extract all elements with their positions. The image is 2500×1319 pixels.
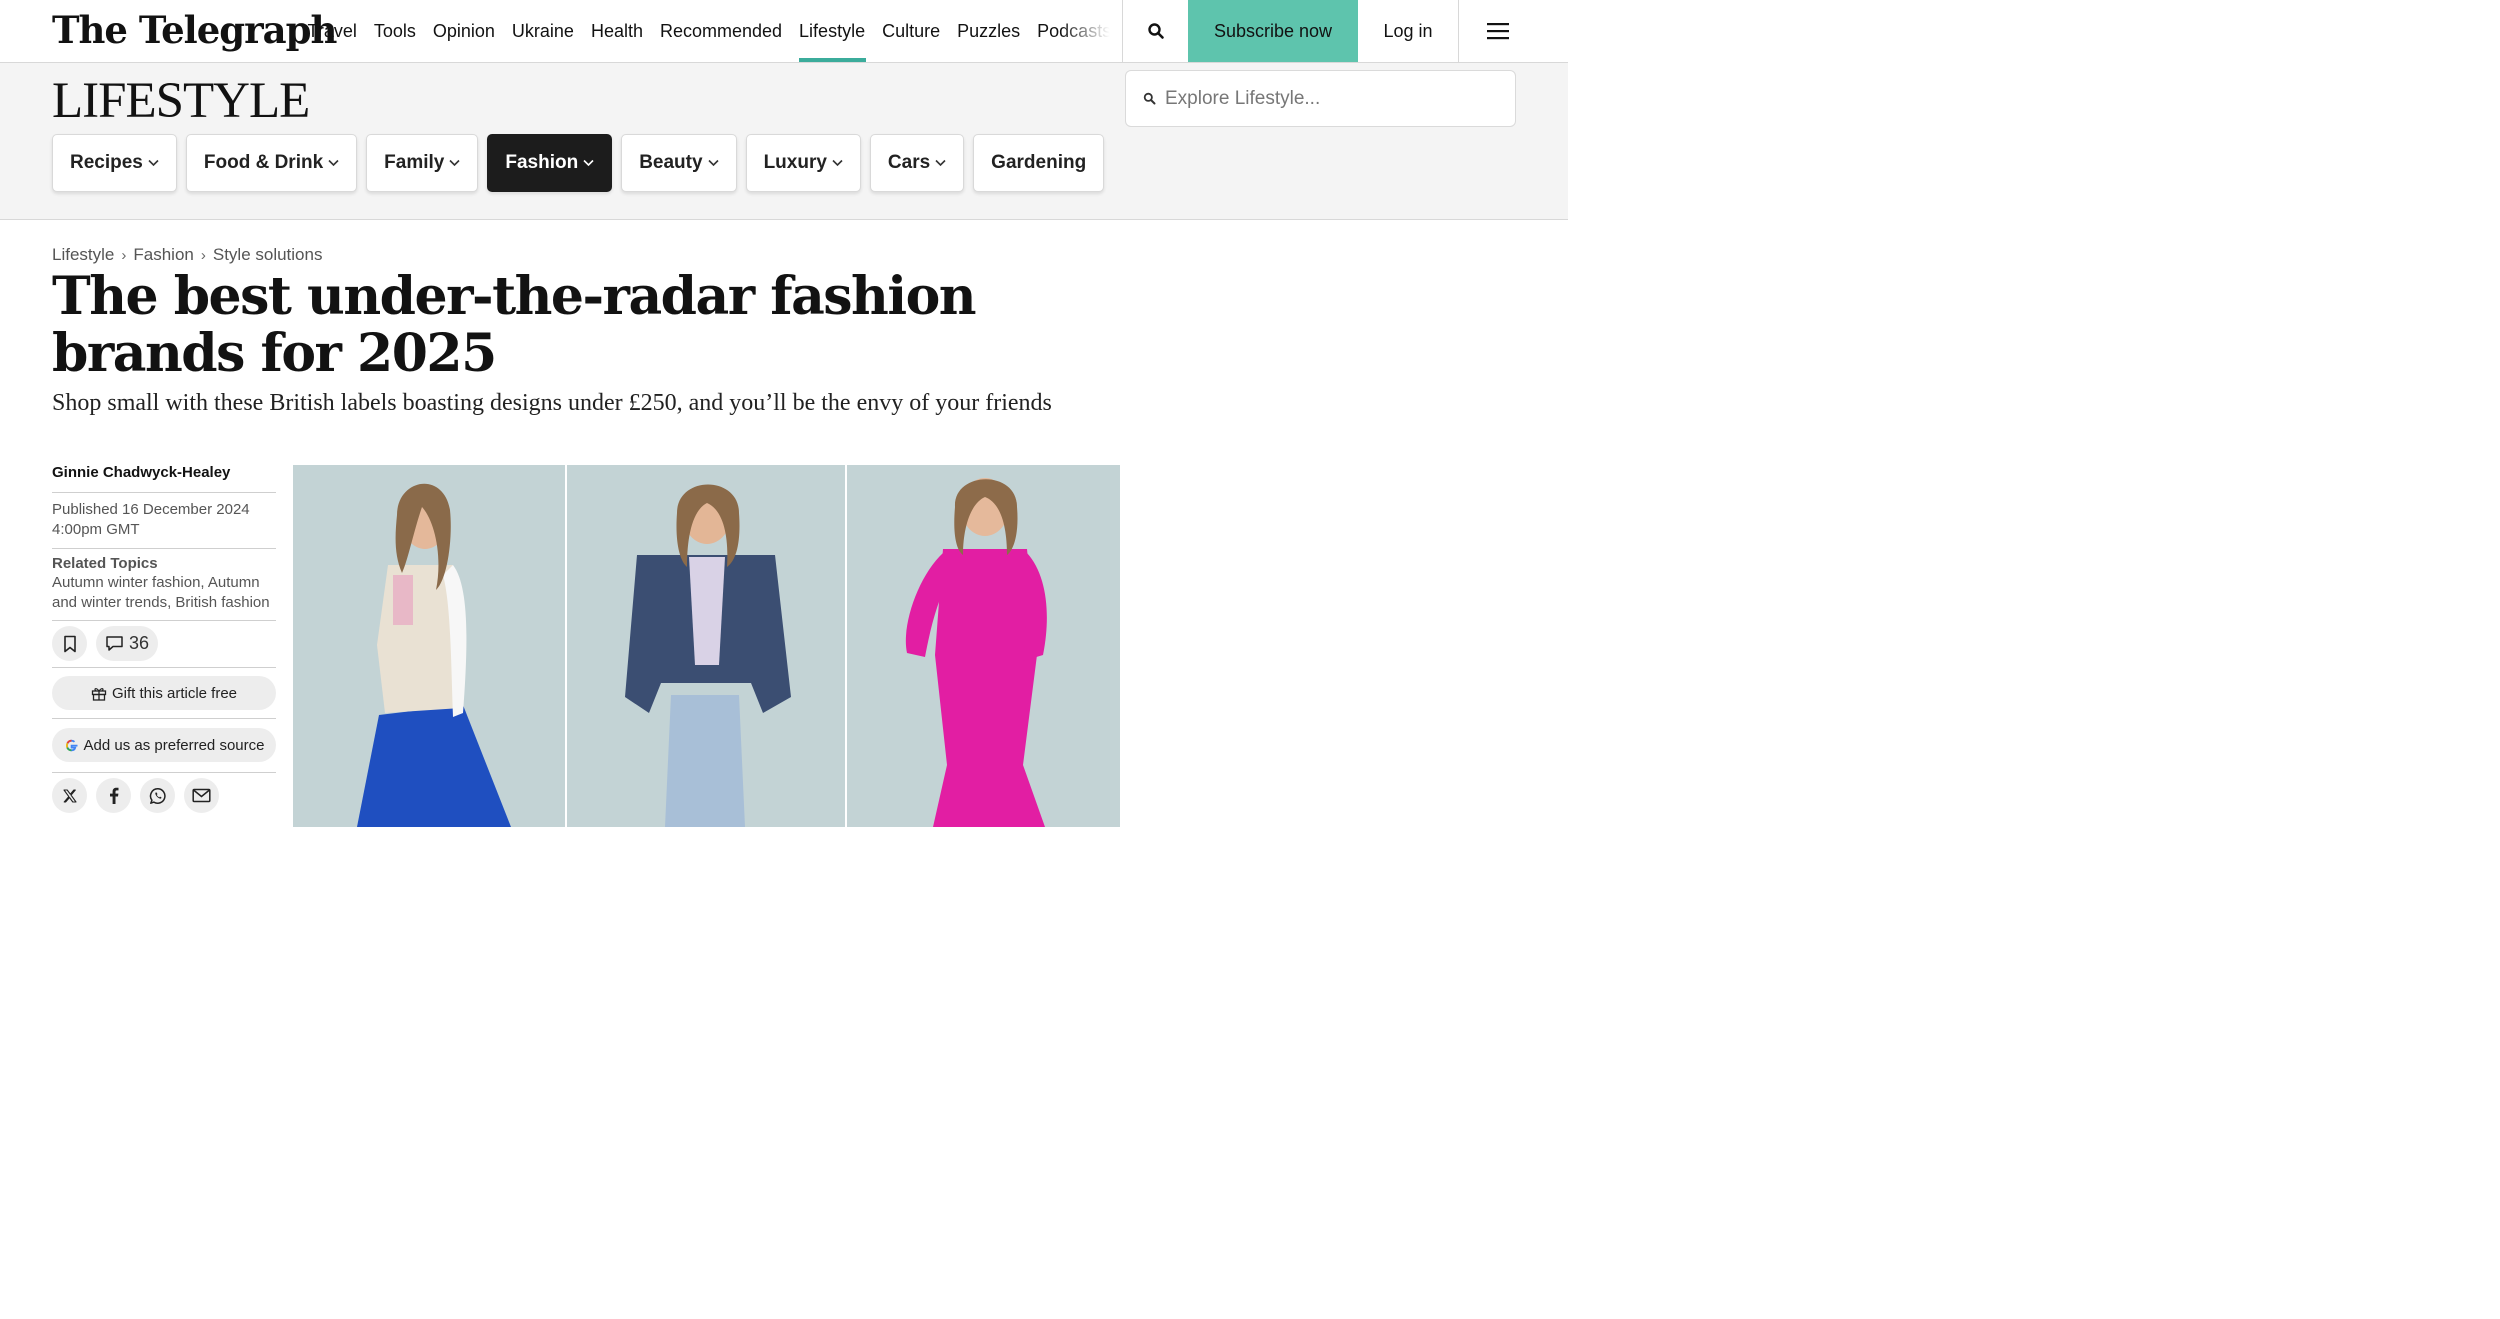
chevron-down-icon	[832, 159, 843, 167]
subnav-food-drink[interactable]: Food & Drink	[185, 134, 358, 192]
model-photo-cardigan	[293, 465, 565, 827]
bookmark-icon	[63, 635, 76, 652]
related-topics-label: Related Topics	[52, 555, 158, 572]
subnav-label: Food & Drink	[203, 152, 324, 173]
section-header: LIFESTYLE Explore Lifestyle... Recipes F…	[0, 63, 1568, 220]
share-x-button[interactable]	[52, 778, 87, 813]
nav-culture[interactable]: Culture	[874, 0, 949, 62]
hero-image	[293, 465, 1120, 827]
model-photo-pink-dress	[847, 465, 1120, 827]
comments-button[interactable]: 36	[96, 626, 159, 661]
nav-ukraine[interactable]: Ukraine	[503, 0, 582, 62]
subnav-label: Gardening	[991, 152, 1087, 173]
top-navigation-bar: The Telegraph Travel Tools Opinion Ukrai…	[0, 0, 1568, 63]
breadcrumb: Lifestyle › Fashion › Style solutions	[52, 245, 322, 265]
subnav-label: Recipes	[70, 152, 143, 173]
subnav-label: Family	[384, 152, 445, 173]
nav-health[interactable]: Health	[582, 0, 651, 62]
nav-recommended[interactable]: Recommended	[651, 0, 790, 62]
subnav-cars[interactable]: Cars	[869, 134, 965, 192]
chevron-down-icon	[935, 159, 946, 167]
search-button[interactable]	[1122, 0, 1188, 62]
breadcrumb-fashion[interactable]: Fashion	[133, 245, 193, 265]
google-icon	[65, 739, 78, 751]
chevron-down-icon	[328, 159, 339, 167]
subnav-family[interactable]: Family	[366, 134, 479, 192]
comment-count: 36	[129, 633, 150, 653]
nav-puzzles[interactable]: Puzzles	[949, 0, 1029, 62]
menu-button[interactable]	[1458, 0, 1536, 62]
section-subnav: Recipes Food & Drink Family Fashion Beau…	[52, 134, 1113, 192]
chevron-down-icon	[583, 159, 594, 167]
gift-label: Gift this article free	[111, 684, 238, 702]
breadcrumb-style-solutions[interactable]: Style solutions	[213, 245, 323, 265]
share-buttons	[52, 773, 276, 818]
model-photo-jacket	[567, 465, 845, 827]
nav-fade-overlay	[1060, 0, 1122, 62]
bookmark-button[interactable]	[52, 626, 87, 661]
published-time-line: 4:00pm GMT	[52, 521, 140, 538]
nav-opinion[interactable]: Opinion	[424, 0, 503, 62]
subnav-luxury[interactable]: Luxury	[745, 134, 861, 192]
gift-row: Gift this article free	[52, 668, 276, 719]
share-whatsapp-button[interactable]	[140, 778, 175, 813]
search-icon	[1143, 92, 1156, 105]
nav-lifestyle[interactable]: Lifestyle	[791, 0, 874, 62]
subnav-beauty[interactable]: Beauty	[621, 134, 737, 192]
chevron-down-icon	[449, 159, 460, 167]
author-name[interactable]: Ginnie Chadwyck-Healey	[52, 460, 276, 493]
search-icon	[1147, 23, 1164, 39]
article-actions: 36	[52, 621, 276, 668]
chevron-down-icon	[148, 159, 159, 167]
published-date: Published 16 December 2024 4:00pm GMT	[52, 493, 276, 549]
comment-icon	[106, 636, 123, 651]
email-icon	[192, 788, 211, 803]
share-facebook-button[interactable]	[96, 778, 131, 813]
share-email-button[interactable]	[184, 778, 219, 813]
gift-article-button[interactable]: Gift this article free	[52, 676, 276, 710]
subnav-gardening[interactable]: Gardening	[973, 134, 1105, 192]
main-nav: Travel Tools Opinion Ukraine Health Reco…	[299, 0, 1117, 62]
related-topics-links[interactable]: Autumn winter fashion, Autumn and winter…	[52, 573, 276, 613]
subnav-recipes[interactable]: Recipes	[52, 134, 177, 192]
article-standfirst: Shop small with these British labels boa…	[52, 390, 1052, 416]
nav-tools[interactable]: Tools	[365, 0, 424, 62]
subnav-fashion[interactable]: Fashion	[487, 134, 613, 192]
add-preferred-source-button[interactable]: Add us as preferred source	[52, 728, 276, 762]
subnav-label: Beauty	[639, 152, 703, 173]
explore-search-input[interactable]: Explore Lifestyle...	[1125, 70, 1516, 127]
preferred-source-row: Add us as preferred source	[52, 719, 276, 773]
x-icon	[62, 788, 77, 803]
subnav-label: Luxury	[763, 152, 827, 173]
gift-icon	[91, 687, 107, 701]
chevron-right-icon: ›	[121, 246, 127, 264]
login-button[interactable]: Log in	[1358, 0, 1458, 62]
section-title[interactable]: LIFESTYLE	[52, 71, 310, 131]
chevron-down-icon	[707, 159, 719, 167]
subnav-label: Cars	[887, 152, 931, 173]
related-topics: Related Topics Autumn winter fashion, Au…	[52, 549, 276, 621]
facebook-icon	[109, 787, 118, 804]
article-headline: The best under-the-radar fashion brands …	[52, 266, 977, 384]
subscribe-button[interactable]: Subscribe now	[1188, 0, 1358, 62]
chevron-right-icon: ›	[200, 246, 206, 264]
telegraph-logo[interactable]: The Telegraph	[52, 8, 337, 52]
subnav-label: Fashion	[505, 152, 579, 173]
hamburger-menu-icon	[1486, 23, 1509, 40]
breadcrumb-lifestyle[interactable]: Lifestyle	[52, 245, 114, 265]
preferred-source-label: Add us as preferred source	[83, 736, 265, 754]
published-date-line: Published 16 December 2024	[52, 501, 250, 518]
byline-column: Ginnie Chadwyck-Healey Published 16 Dece…	[52, 460, 276, 818]
nav-travel[interactable]: Travel	[299, 0, 365, 62]
search-placeholder: Explore Lifestyle...	[1165, 87, 1321, 109]
whatsapp-icon	[149, 787, 166, 804]
